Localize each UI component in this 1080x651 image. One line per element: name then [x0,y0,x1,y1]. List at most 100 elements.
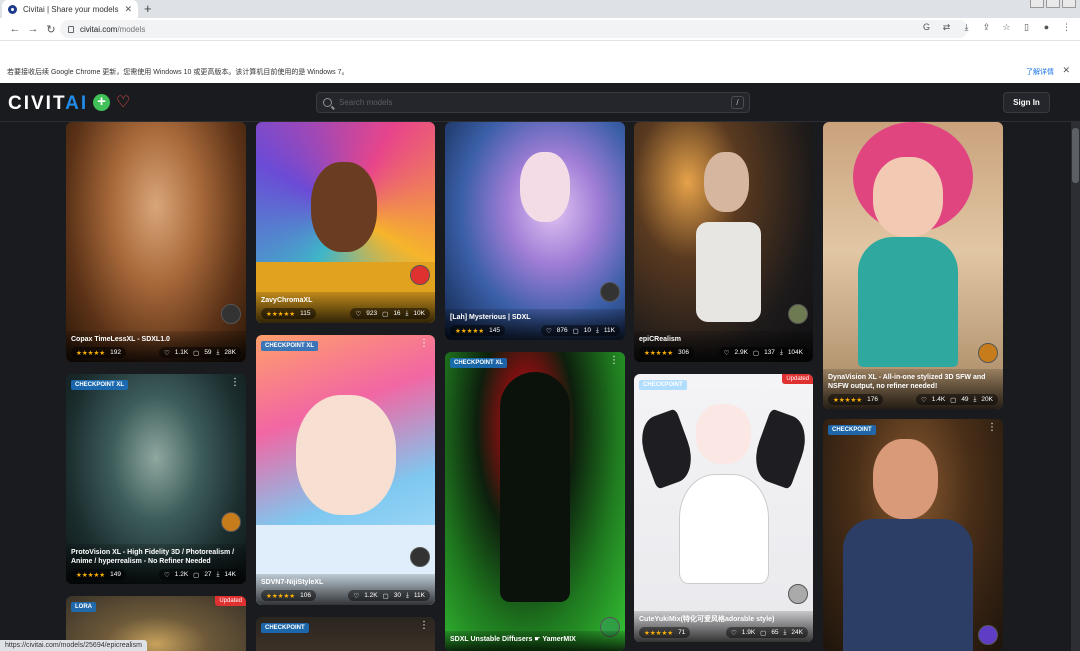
creator-avatar[interactable] [788,304,808,324]
share-icon[interactable]: ⇪ [981,22,992,33]
back-arrow-icon[interactable]: ← [6,23,24,35]
profile-icon[interactable]: ● [1041,22,1052,33]
creator-avatar[interactable] [788,584,808,604]
engagement-stats: ♡ 1.2K ▢ 30 ⤓ 11K [348,590,430,601]
heart-icon: ♡ [730,629,737,637]
rating-stars-icon: ★★★★★ [644,629,674,637]
browser-tab[interactable]: Civitai | Share your models ✕ [2,0,138,18]
model-card[interactable]: ZavyChromaXL ★★★★★ 115 ♡ 923 ▢ 16 ⤓ 10K [256,122,435,323]
model-card[interactable]: CHECKPOINT ⋮ [256,617,435,651]
comment-icon: ▢ [760,629,767,637]
creator-avatar[interactable] [410,265,430,285]
bookmark-star-icon[interactable]: ☆ [1001,22,1012,33]
comments-count: 59 [204,349,212,356]
model-card[interactable]: DynaVision XL - All-in-one stylized 3D S… [823,122,1003,409]
creator-avatar[interactable] [978,625,998,645]
updated-badge: Updated [782,374,813,384]
comments-count: 30 [393,592,402,599]
model-name: SDXL Unstable Diffusers ☛ YamerMIX [450,636,576,643]
portrait-face [873,439,938,519]
learn-more-link[interactable]: 了解详情 [1026,67,1054,77]
download-icon: ⤓ [783,628,787,636]
more-options-icon[interactable]: ⋮ [230,378,240,388]
download-icon: ⤓ [216,348,220,356]
link-status-bar: https://civitai.com/models/25694/epicrea… [0,640,147,651]
sign-in-button[interactable]: Sign In [1003,92,1050,113]
download-icon: ⤓ [596,326,599,334]
create-plus-icon[interactable]: + [93,94,110,111]
download-icon[interactable]: ⤓ [961,22,972,33]
more-options-icon[interactable]: ⋮ [987,423,997,433]
engagement-stats: ♡ 1.9K ▢ 65 ⤓ 24K [725,627,808,638]
tab-close-icon[interactable]: ✕ [124,4,132,15]
infobar-close-icon[interactable]: ✕ [1062,65,1070,76]
downloads-count: 104K [787,349,803,356]
downloads-count: 14K [224,571,236,578]
heart-icon: ♡ [163,571,170,579]
rating-count: 149 [110,571,121,578]
civitai-favicon-icon [8,4,17,14]
google-icon[interactable]: G [921,22,932,33]
side-panel-icon[interactable]: ▯ [1021,22,1032,33]
likes-count: 1.2K [364,592,378,599]
more-options-icon[interactable]: ⋮ [609,356,619,366]
card-info: ZavyChromaXL ★★★★★ 115 ♡ 923 ▢ 16 ⤓ 10K [256,292,435,323]
model-card[interactable]: CHECKPOINT Updated CuteYukiMix(特化可爱风格ado… [634,374,813,642]
creator-avatar[interactable] [410,547,430,567]
support-heart-icon[interactable]: ♡ [116,92,130,112]
downloads-count: 10K [413,310,425,317]
model-card[interactable]: CHECKPOINT XL ⋮ ProtoVision XL - High Fi… [66,374,246,584]
site-header: CIVITAI + ♡ Search models / Sign In [0,83,1080,122]
tab-title: Civitai | Share your models [23,4,119,14]
model-type-badge: CHECKPOINT XL [71,380,129,390]
menu-kebab-icon[interactable]: ⋮ [1061,22,1072,33]
minimize-icon[interactable] [1030,0,1044,8]
heart-icon: ♡ [920,396,927,404]
rating-stars-icon: ★★★★★ [455,327,485,335]
comments-count: 65 [771,629,779,636]
search-input[interactable]: Search models / [316,92,750,113]
comments-count: 137 [764,349,775,356]
comment-icon: ▢ [752,349,760,357]
model-card[interactable]: CHECKPOINT ⋮ [823,419,1003,651]
model-card[interactable]: CHECKPOINT XL ⋮ SDVN7-NijiStyleXL ★★★★★ 1… [256,335,435,605]
creator-avatar[interactable] [221,304,241,324]
portrait-face [296,395,396,515]
new-tab-button[interactable]: + [144,1,152,17]
rating-stars-icon: ★★★★★ [833,396,863,404]
likes-count: 2.9K [734,349,748,356]
more-options-icon[interactable]: ⋮ [419,339,429,349]
maximize-icon[interactable] [1046,0,1060,8]
model-card[interactable]: [Lah] Mysterious | SDXL ★★★★★ 145 ♡ 876 ▢ 1… [445,122,625,340]
rating: ★★★★★ 106 [261,590,316,601]
close-window-icon[interactable] [1062,0,1076,8]
model-card[interactable]: epiCRealism ★★★★★ 306 ♡ 2.9K ▢ 137 ⤓ 104K [634,122,813,362]
portrait-face [520,152,570,222]
civitai-logo[interactable]: CIVITAI [8,93,88,115]
heart-icon: ♡ [163,349,170,357]
download-icon: ⤓ [779,348,783,356]
address-bar[interactable]: civitai.com/models [60,20,968,38]
model-type-badge: CHECKPOINT [639,380,687,390]
search-shortcut-key: / [731,96,744,109]
likes-count: 1.2K [174,571,189,578]
creator-avatar[interactable] [600,282,620,302]
model-card[interactable]: CHECKPOINT XL ⋮ SDXL Unstable Diffusers … [445,352,625,651]
download-icon: ⤓ [405,309,409,317]
translate-icon[interactable]: ⇄ [941,22,952,33]
forward-arrow-icon[interactable]: → [24,23,42,35]
page-scrollbar[interactable] [1071,122,1080,651]
comment-icon: ▢ [572,327,579,335]
reload-icon[interactable]: ↻ [42,23,60,36]
downloads-count: 11K [603,327,615,334]
model-card[interactable]: Copax TimeLessXL - SDXL1.0 ★★★★★ 192 ♡ 1.1… [66,122,246,362]
model-name: DynaVision XL - All-in-one stylized 3D S… [828,374,986,390]
more-options-icon[interactable]: ⋮ [419,621,429,631]
model-type-badge: CHECKPOINT XL [450,358,508,368]
scrollbar-thumb[interactable] [1072,128,1079,183]
comment-icon: ▢ [382,592,389,600]
portrait-face [704,152,749,212]
creator-avatar[interactable] [221,512,241,532]
creator-avatar[interactable] [978,343,998,363]
download-icon: ⤓ [406,591,409,599]
